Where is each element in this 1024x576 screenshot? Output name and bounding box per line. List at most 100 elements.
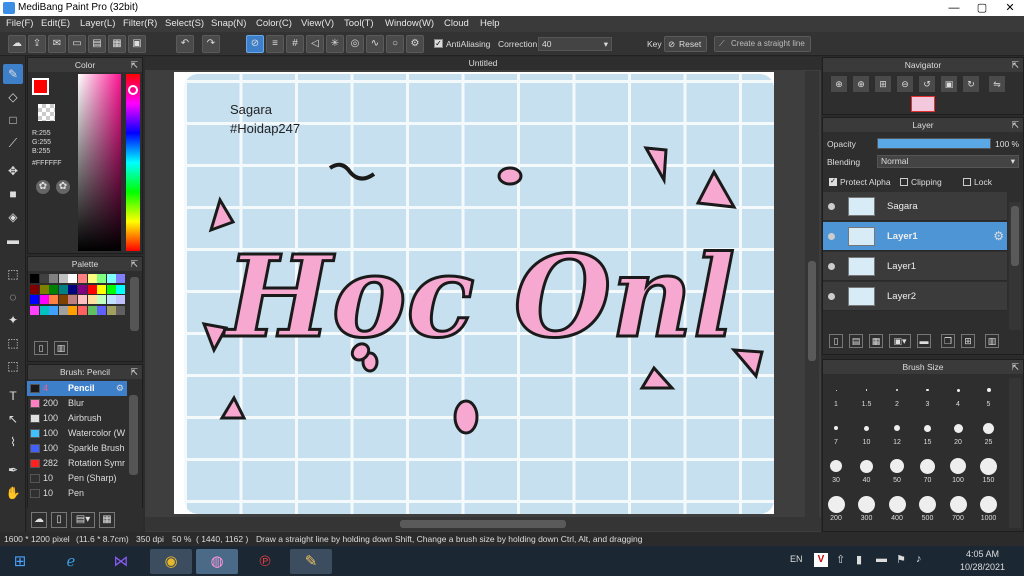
- palette-swatch[interactable]: [106, 305, 116, 315]
- brush-item[interactable]: 100 Airbrush: [27, 411, 127, 426]
- hue-slider[interactable]: [126, 74, 140, 251]
- brush-item[interactable]: 200 Blur: [27, 396, 127, 411]
- palette-swatch[interactable]: [58, 284, 68, 294]
- palette-swatch[interactable]: [30, 295, 39, 304]
- palette-swatch[interactable]: [87, 274, 97, 283]
- palette-swatch[interactable]: [78, 305, 87, 315]
- menu-view[interactable]: View(V): [301, 18, 334, 29]
- layer-row[interactable]: Sagara: [823, 192, 1007, 221]
- lasso-icon[interactable]: ◌: [3, 287, 23, 307]
- expand-icon[interactable]: ⇱: [130, 365, 138, 379]
- snap-grid-icon[interactable]: #: [286, 35, 304, 53]
- undo-icon[interactable]: ↶: [176, 35, 194, 53]
- brush-item[interactable]: 100 Sparkle Brush: [27, 441, 127, 456]
- palette-swatch[interactable]: [87, 284, 97, 294]
- layer-type-menu-icon[interactable]: ▣▾: [889, 334, 911, 348]
- brush-scrollbar[interactable]: [129, 395, 138, 475]
- reset-button[interactable]: ⊘ Reset: [664, 36, 707, 52]
- horizontal-scroll-thumb[interactable]: [400, 520, 566, 528]
- correction-select[interactable]: 40 ▾: [538, 37, 612, 51]
- layer-scrollbar[interactable]: [1009, 202, 1021, 330]
- expand-icon[interactable]: ⇱: [130, 58, 138, 72]
- primary-color-swatch[interactable]: [32, 78, 49, 95]
- zoom-in-icon[interactable]: ⊕: [853, 76, 869, 92]
- new-layer-icon[interactable]: ▯: [829, 334, 843, 348]
- snap-circle-icon[interactable]: ◎: [346, 35, 364, 53]
- palette-swatch[interactable]: [49, 305, 59, 315]
- brush-size-dot[interactable]: [919, 495, 936, 513]
- move-tool-icon[interactable]: ✥: [3, 161, 23, 181]
- palette-swatch[interactable]: [78, 274, 87, 283]
- palette-swatch[interactable]: [97, 274, 107, 283]
- redo-icon[interactable]: ↷: [202, 35, 220, 53]
- flag-icon[interactable]: ⚑: [896, 553, 906, 566]
- palette-swatch[interactable]: [97, 305, 107, 315]
- magic-wand-icon[interactable]: ✦: [3, 310, 23, 330]
- palette-swatch[interactable]: [30, 274, 39, 283]
- palette-swatch[interactable]: [68, 274, 78, 283]
- export-icon[interactable]: ▦: [108, 35, 126, 53]
- fullscreen-icon[interactable]: ▣: [941, 76, 957, 92]
- snap-ellipse-icon[interactable]: ○: [386, 35, 404, 53]
- rotate-left-icon[interactable]: ↺: [919, 76, 935, 92]
- new-halftone-layer-icon[interactable]: ▤: [849, 334, 863, 348]
- pinterest-icon[interactable]: ℗: [244, 549, 286, 574]
- palette-swatch[interactable]: [97, 284, 107, 294]
- palette-swatch[interactable]: [58, 274, 68, 283]
- navigator-thumbnail[interactable]: [911, 96, 935, 112]
- tray-arrow-icon[interactable]: ⇧: [836, 553, 845, 566]
- palette-swatch[interactable]: [106, 295, 116, 304]
- clock-time[interactable]: 4:05 AM: [966, 549, 999, 559]
- snap-curve-icon[interactable]: ∿: [366, 35, 384, 53]
- saturation-value-box[interactable]: [78, 74, 121, 251]
- brush-size-dot[interactable]: [956, 388, 960, 392]
- palette-swatch[interactable]: [97, 295, 107, 304]
- palette-swatch[interactable]: [106, 274, 116, 283]
- brush-size-scrollbar[interactable]: [1009, 378, 1021, 528]
- brush-settings-icon[interactable]: ▦: [99, 512, 115, 528]
- ie-icon[interactable]: ℯ: [50, 549, 92, 574]
- hue-handle[interactable]: [128, 85, 138, 95]
- brush-size-dot[interactable]: [860, 459, 873, 473]
- palette-swatch[interactable]: [68, 295, 78, 304]
- layer-row[interactable]: Layer1: [823, 252, 1007, 281]
- palette-swatch[interactable]: [30, 305, 39, 315]
- gear-icon[interactable]: ⚙: [116, 381, 124, 396]
- text-tool-icon[interactable]: T: [3, 386, 23, 406]
- trash-icon[interactable]: ▥: [54, 341, 68, 355]
- medibang-icon[interactable]: ◍: [196, 549, 238, 574]
- brush-item[interactable]: 10 Pen (Sharp): [27, 471, 127, 486]
- brush-size-dot[interactable]: [980, 495, 997, 513]
- upload-icon[interactable]: ⇪: [28, 35, 46, 53]
- vertical-scroll-thumb[interactable]: [808, 261, 816, 361]
- delete-layer-icon[interactable]: ▥: [985, 334, 999, 348]
- pen-tool-icon[interactable]: ✒: [3, 460, 23, 480]
- add-palette-icon[interactable]: ▯: [34, 341, 48, 355]
- brush-size-dot[interactable]: [858, 495, 875, 513]
- expand-icon[interactable]: ⇱: [1011, 118, 1019, 132]
- brush-item[interactable]: 10 Pen: [27, 486, 127, 501]
- shape-tool-icon[interactable]: □: [3, 110, 23, 130]
- language-indicator[interactable]: EN: [790, 554, 803, 564]
- blending-select[interactable]: Normal ▾: [877, 155, 1019, 168]
- brush-size-dot[interactable]: [950, 458, 966, 474]
- clipping-checkbox[interactable]: [900, 178, 908, 186]
- brush-tool-icon[interactable]: ✎: [3, 64, 23, 84]
- settings-doc-icon[interactable]: ▣: [128, 35, 146, 53]
- menu-window[interactable]: Window(W): [385, 18, 434, 29]
- expand-icon[interactable]: ⇱: [130, 257, 138, 271]
- palette-scrollbar[interactable]: [130, 277, 139, 331]
- palette-swatch[interactable]: [106, 284, 116, 294]
- visibility-icon[interactable]: [828, 293, 835, 300]
- palette-swatch[interactable]: [78, 295, 87, 304]
- palette-swatch[interactable]: [39, 274, 49, 283]
- palette-swatch[interactable]: [78, 284, 87, 294]
- expand-icon[interactable]: ⇱: [1011, 58, 1019, 72]
- palette-swatch[interactable]: [30, 284, 39, 294]
- brush-size-dot[interactable]: [980, 457, 997, 475]
- hand-tool-icon[interactable]: ✋: [3, 483, 23, 503]
- clock-date[interactable]: 10/28/2021: [960, 562, 1005, 572]
- brush-menu-icon[interactable]: ▤▾: [71, 512, 95, 528]
- chrome-icon[interactable]: ◉: [150, 549, 192, 574]
- color-picker-icon[interactable]: ✿: [56, 180, 70, 194]
